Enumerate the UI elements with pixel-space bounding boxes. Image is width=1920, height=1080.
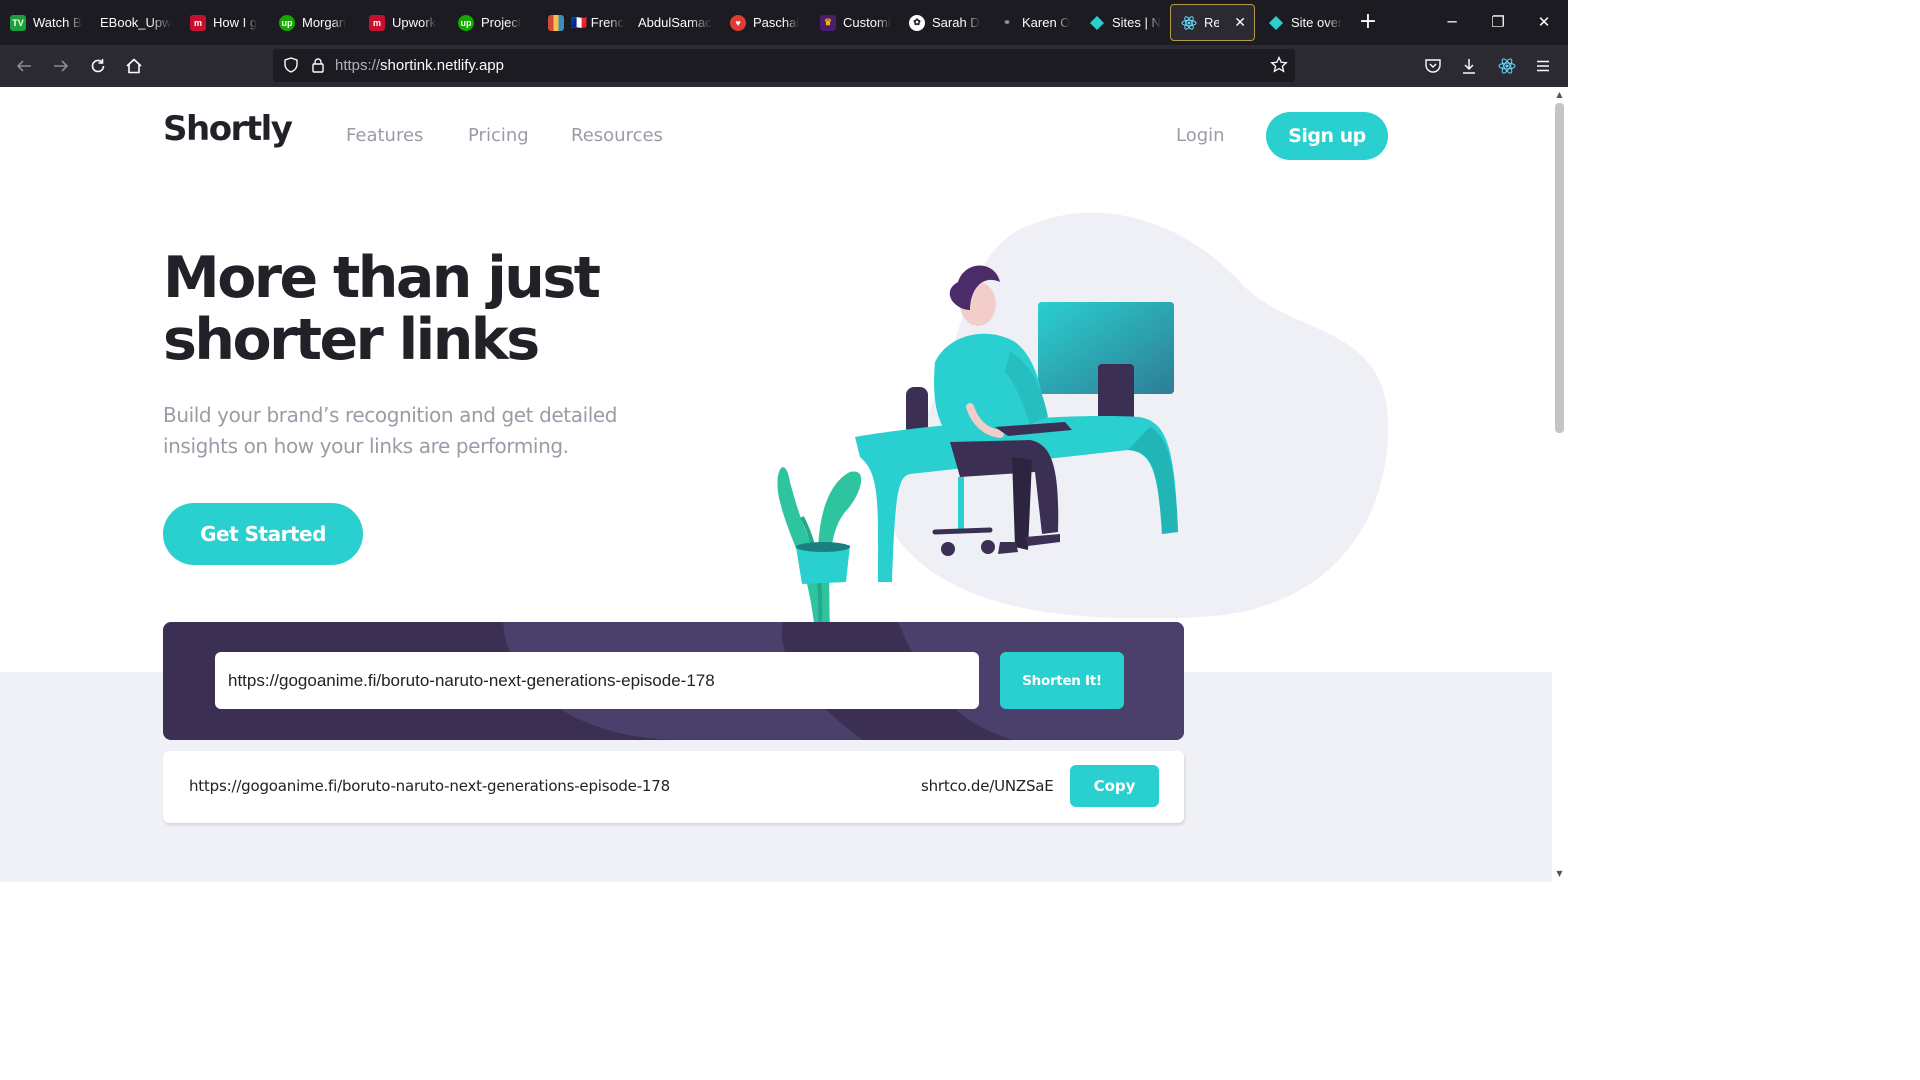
address-bar[interactable]: https://shortink.netlify.app: [273, 49, 1295, 82]
shield-icon[interactable]: [279, 53, 303, 77]
nav-link-resources[interactable]: Resources: [571, 125, 663, 146]
browser-tab[interactable]: ⚭ Karen O: [989, 0, 1077, 45]
shorten-form: Shorten It!: [163, 622, 1184, 740]
browser-tab[interactable]: ♥ Paschal: [720, 0, 808, 45]
minimize-icon[interactable]: ─: [1440, 10, 1464, 34]
scroll-up-arrow-icon[interactable]: ▲: [1555, 91, 1564, 99]
browser-tab-bar: TV Watch B EBook_Upw m How I g up Morgan…: [0, 0, 1568, 45]
copy-button[interactable]: Copy: [1070, 765, 1159, 807]
browser-tab[interactable]: ♛ Customi: [810, 0, 898, 45]
netlify-icon: [1089, 15, 1105, 31]
scrollbar-thumb[interactable]: [1555, 103, 1564, 433]
signup-button[interactable]: Sign up: [1266, 112, 1388, 160]
url-input[interactable]: [215, 652, 979, 709]
nav-link-features[interactable]: Features: [346, 125, 423, 146]
browser-tab[interactable]: m Upwork: [359, 0, 447, 45]
react-devtools-icon[interactable]: [1495, 54, 1519, 78]
hero-subtitle: Build your brand’s recognition and get d…: [163, 403, 618, 458]
reload-icon[interactable]: [86, 54, 110, 78]
restore-icon[interactable]: ❐: [1486, 10, 1510, 34]
browser-tab[interactable]: m How I g: [180, 0, 268, 45]
lock-icon[interactable]: [306, 53, 330, 77]
browser-tab-active[interactable]: React ✕: [1170, 4, 1255, 41]
m-logo-icon: m: [369, 14, 385, 31]
forward-arrow-icon[interactable]: [49, 54, 73, 78]
nav-link-pricing[interactable]: Pricing: [468, 125, 529, 146]
browser-tab[interactable]: ✿ Sarah D: [899, 0, 987, 45]
browser-tab[interactable]: up Morgan: [269, 0, 357, 45]
back-arrow-icon[interactable]: [12, 54, 36, 78]
download-icon[interactable]: [1457, 54, 1481, 78]
get-started-button[interactable]: Get Started: [163, 503, 363, 565]
original-url: https://gogoanime.fi/boruto-naruto-next-…: [189, 777, 670, 795]
shorten-button[interactable]: Shorten It!: [1000, 652, 1124, 709]
browser-tab[interactable]: EBook_Upw: [90, 0, 178, 45]
hero-title: More than just shorter links: [163, 245, 601, 373]
bookmark-star-icon[interactable]: [1267, 53, 1291, 77]
tv-icon: TV: [10, 14, 26, 31]
site-logo[interactable]: Shortly: [163, 109, 293, 149]
browser-tab[interactable]: up Project: [448, 0, 536, 45]
short-url[interactable]: shrtco.de/UNZSaE: [921, 777, 1054, 795]
m-logo-icon: m: [190, 14, 206, 31]
pocket-icon[interactable]: [1421, 54, 1445, 78]
link-icon: ⚭: [1003, 17, 1011, 27]
login-link[interactable]: Login: [1176, 125, 1225, 146]
browser-tab[interactable]: TV Watch B: [0, 0, 88, 45]
close-tab-icon[interactable]: ✕: [1234, 14, 1246, 31]
shortened-link-result: https://gogoanime.fi/boruto-naruto-next-…: [163, 751, 1184, 823]
netlify-icon: [1268, 15, 1284, 31]
browser-tab[interactable]: 🇫🇷 Frenc: [538, 0, 626, 45]
openai-icon: ✿: [909, 14, 925, 31]
heart-icon: ♥: [730, 14, 746, 31]
new-tab-plus-icon[interactable]: +: [1357, 9, 1379, 35]
upwork-icon: up: [458, 14, 474, 31]
react-icon: [1181, 15, 1197, 31]
person-working-illustration: [777, 212, 1389, 622]
crown-icon: ♛: [820, 14, 836, 31]
browser-tab[interactable]: AbdulSamac: [628, 0, 718, 45]
upwork-icon: up: [279, 14, 295, 31]
hamburger-menu-icon[interactable]: [1531, 54, 1555, 78]
window-close-icon[interactable]: ✕: [1532, 10, 1556, 34]
page-content: Shortly Features Pricing Resources Login…: [0, 87, 1552, 882]
url-text[interactable]: https://shortink.netlify.app: [335, 57, 504, 74]
browser-tab[interactable]: Sites | N: [1079, 0, 1167, 45]
scroll-down-arrow-icon[interactable]: ▼: [1555, 870, 1564, 878]
grid-icon: [548, 14, 564, 31]
browser-toolbar: https://shortink.netlify.app: [0, 45, 1568, 87]
home-icon[interactable]: [122, 54, 146, 78]
browser-tab[interactable]: Site over: [1258, 0, 1348, 45]
